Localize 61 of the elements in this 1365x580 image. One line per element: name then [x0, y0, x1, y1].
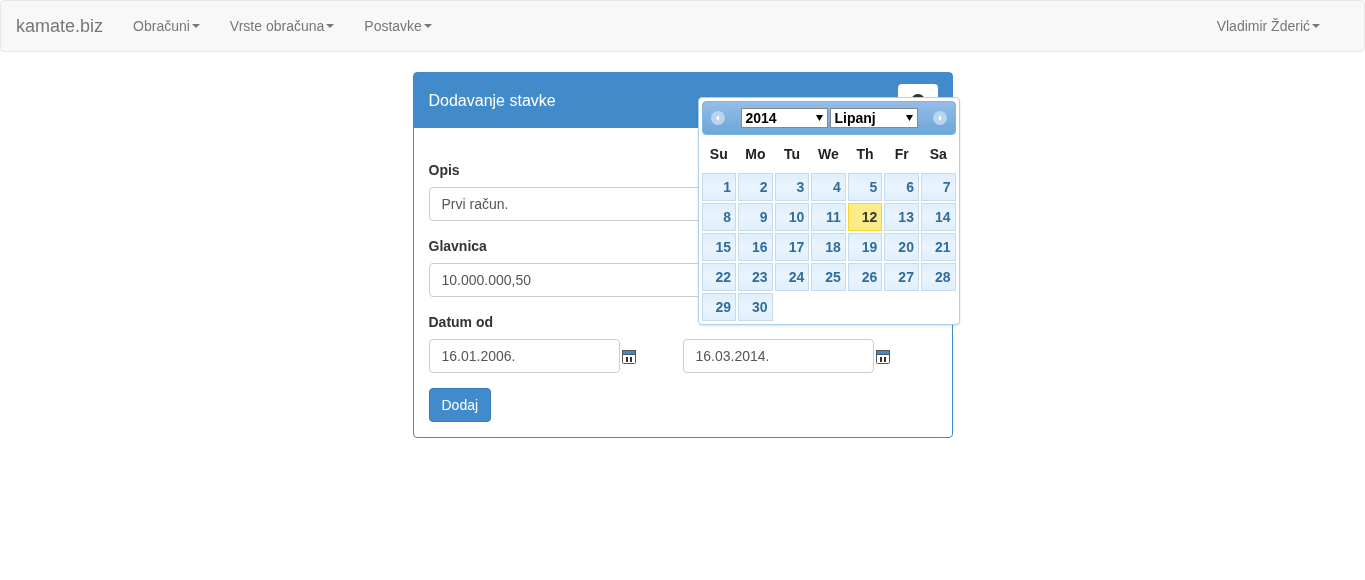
day-cell[interactable]: 14 — [920, 203, 956, 231]
menu-link[interactable]: Vrste obračuna — [229, 15, 335, 37]
day-cell[interactable]: 11 — [811, 203, 846, 231]
caret-icon — [191, 24, 200, 28]
user-menu-link[interactable]: Vladimir Žderić — [1216, 15, 1320, 37]
brand-link[interactable]: kamate.biz — [16, 12, 104, 40]
field-label: Glavnica — [428, 237, 487, 256]
caret-icon — [423, 24, 432, 28]
day-cell[interactable]: 10 — [774, 203, 810, 231]
day-cell[interactable]: 22 — [701, 263, 737, 291]
day-cell[interactable]: 28 — [920, 263, 956, 291]
day-cell[interactable]: 24 — [774, 263, 810, 291]
day-cell[interactable]: 4 — [811, 173, 846, 201]
weekday-label: Fr — [893, 144, 910, 164]
month-select[interactable]: Lipanj — [829, 108, 918, 128]
dropdown-arrow-icon — [815, 115, 823, 121]
menu-link[interactable]: Postavke — [364, 15, 432, 37]
field-label: Datum od — [428, 313, 494, 332]
day-cell[interactable]: 2 — [738, 173, 773, 201]
day-cell[interactable]: 7 — [920, 173, 956, 201]
day-cell[interactable]: 21 — [920, 233, 956, 261]
day-cell[interactable]: 6 — [884, 173, 919, 201]
day-cell[interactable]: 13 — [884, 203, 919, 231]
month-value: Lipanj — [834, 108, 876, 128]
weekday-label: Th — [855, 144, 875, 164]
calendar-icon[interactable] — [875, 349, 890, 364]
day-cell[interactable]: 12 — [847, 203, 883, 231]
text-field[interactable]: 16.03.2014. — [682, 339, 874, 373]
day-cell[interactable]: 18 — [811, 233, 846, 261]
dropdown-arrow-icon — [905, 115, 913, 121]
panel-title: Dodavanje stavke — [428, 90, 556, 111]
day-cell[interactable]: 1 — [701, 173, 737, 201]
day-cell[interactable]: 25 — [811, 263, 846, 291]
weekday-label: Sa — [928, 144, 948, 164]
day-cell[interactable]: 17 — [774, 233, 810, 261]
add-button[interactable]: Dodaj — [428, 388, 492, 422]
day-cell[interactable]: 30 — [738, 293, 773, 321]
weekday-label: Mo — [744, 144, 767, 164]
day-cell[interactable]: 23 — [738, 263, 773, 291]
caret-icon — [326, 24, 335, 28]
calendar-icon[interactable] — [621, 349, 636, 364]
day-cell[interactable]: 20 — [884, 233, 919, 261]
day-cell[interactable]: 29 — [701, 293, 737, 321]
day-cell[interactable]: 26 — [847, 263, 883, 291]
day-cell[interactable]: 3 — [774, 173, 810, 201]
year-value: 2014 — [745, 108, 777, 128]
day-cell[interactable]: 27 — [884, 263, 919, 291]
year-select[interactable]: 2014 — [740, 108, 828, 128]
caret-icon — [1312, 24, 1320, 28]
weekday-label: We — [817, 144, 840, 164]
weekday-label: Tu — [782, 144, 801, 164]
day-cell[interactable]: 8 — [701, 203, 737, 231]
day-cell[interactable]: 9 — [738, 203, 773, 231]
day-cell[interactable]: 5 — [847, 173, 883, 201]
field-label: Opis — [428, 161, 460, 180]
text-field[interactable]: 16.01.2006. — [428, 339, 620, 373]
day-cell[interactable]: 15 — [701, 233, 737, 261]
day-cell[interactable]: 19 — [847, 233, 883, 261]
weekday-label: Su — [708, 144, 729, 164]
day-cell[interactable]: 16 — [738, 233, 773, 261]
menu-link[interactable]: Obračuni — [133, 15, 200, 37]
